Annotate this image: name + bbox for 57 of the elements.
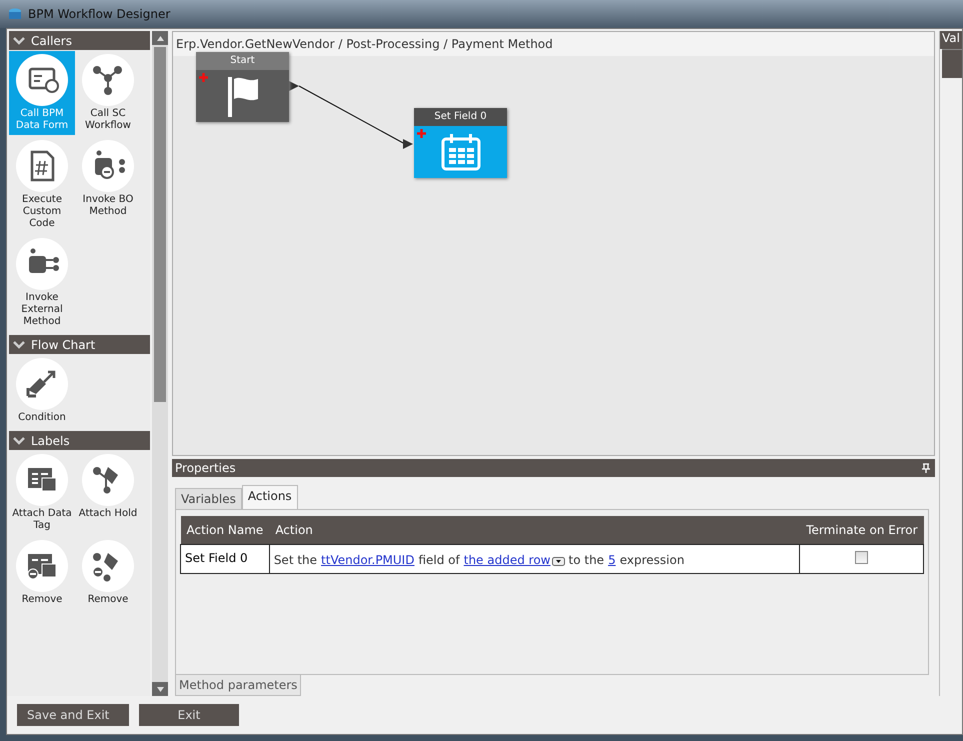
flag-icon <box>226 75 260 117</box>
plus-icon <box>199 73 208 82</box>
column-header: Terminate on Error <box>800 516 924 544</box>
tool-icon <box>16 540 68 592</box>
group-header[interactable]: Flow Chart <box>9 335 150 354</box>
toolbox-item[interactable]: Attach Data Tag <box>9 451 75 535</box>
toolbox-item[interactable]: Remove <box>75 537 141 609</box>
toolbox-item[interactable]: Condition <box>9 355 75 427</box>
action-text: Set the <box>274 553 318 567</box>
group-header[interactable]: Labels <box>9 431 150 450</box>
pin-icon[interactable] <box>922 463 930 473</box>
toolbox-item[interactable]: Invoke BO Method <box>75 137 141 233</box>
checkbox[interactable] <box>855 551 868 564</box>
toolbox-item[interactable]: Call SC Workflow <box>75 51 141 135</box>
chevron-icon <box>13 436 25 444</box>
tool-icon <box>16 454 68 506</box>
up-arrow-icon[interactable] <box>156 36 164 40</box>
column-header: Action Name <box>180 516 270 544</box>
toolbox-item[interactable]: Invoke External Method <box>9 235 75 331</box>
save-button[interactable]: Save and Exit <box>17 704 129 726</box>
tool-icon <box>16 358 68 410</box>
action-text: to the <box>568 553 604 567</box>
toolbox-item[interactable]: Attach Hold <box>75 451 141 535</box>
action-text: expression <box>620 553 684 567</box>
document-icon <box>16 140 68 192</box>
action-text: field of <box>418 553 460 567</box>
window-title: BPM Workflow Designer <box>28 7 170 21</box>
tool-icon <box>16 238 68 290</box>
table-cell: Set Field 0 <box>180 544 270 574</box>
row-dropdown-link[interactable]: the added row <box>464 553 564 567</box>
group-header[interactable]: Callers <box>9 31 150 50</box>
tool-icon <box>82 140 134 192</box>
breadcrumb: Erp.Vendor.GetNewVendor / Post-Processing / Payment Method <box>173 32 934 56</box>
app-icon <box>8 8 22 20</box>
scrollbar[interactable] <box>152 31 168 696</box>
tab[interactable]: Variables <box>175 488 242 509</box>
toolbox-item[interactable]: Remove <box>9 537 75 609</box>
plus-icon <box>417 129 426 138</box>
tab[interactable]: Actions <box>242 485 298 509</box>
panel-header: Properties <box>172 459 935 477</box>
chevron-icon <box>13 340 25 348</box>
calendar-icon <box>440 133 480 171</box>
expression-link[interactable]: ttVendor.PMUID <box>321 553 414 567</box>
panel-block <box>942 49 962 78</box>
exit-button[interactable]: Exit <box>139 704 239 726</box>
column-header: Action <box>269 516 800 544</box>
tool-icon <box>82 454 134 506</box>
down-arrow-icon[interactable] <box>156 686 164 692</box>
toolbox-item[interactable]: Execute Custom Code <box>9 137 75 233</box>
dropdown-icon[interactable] <box>552 557 564 566</box>
tool-icon <box>82 54 134 106</box>
chevron-icon <box>13 36 25 44</box>
tool-icon <box>82 540 134 592</box>
tool-icon <box>16 54 68 106</box>
tab[interactable]: Method parameters <box>175 675 302 696</box>
expression-link[interactable]: 5 <box>608 553 616 567</box>
panel-header: Val <box>940 31 962 49</box>
